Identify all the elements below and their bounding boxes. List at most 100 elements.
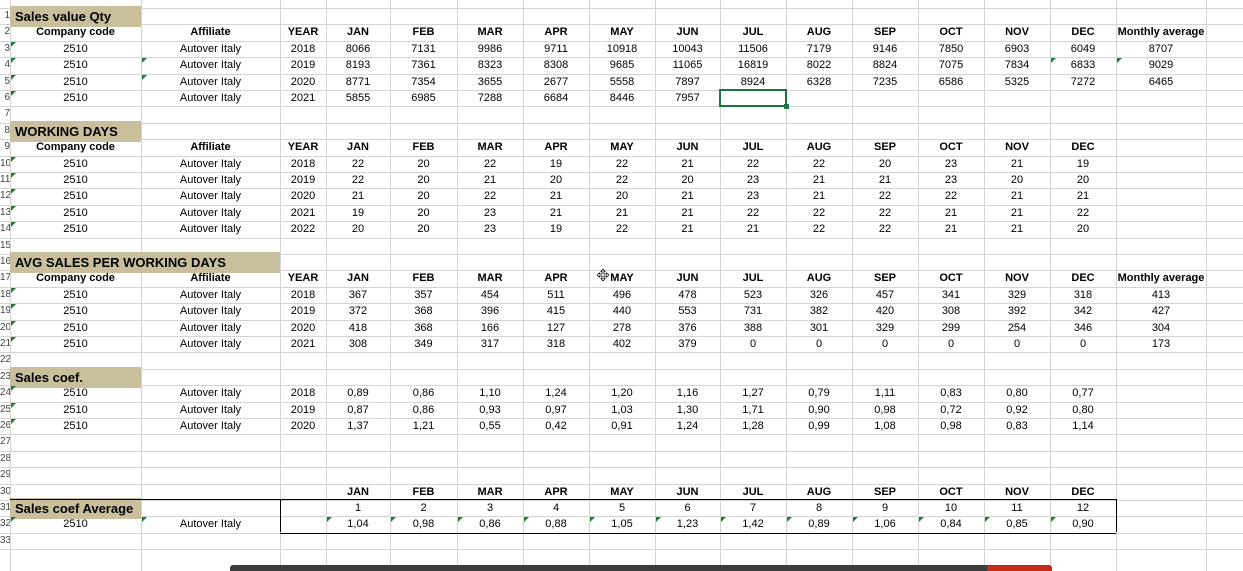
month-number-cell[interactable]: 10	[918, 500, 984, 516]
header-month[interactable]: MAR	[457, 484, 523, 500]
header-month[interactable]: JUN	[655, 270, 720, 286]
header-company-code[interactable]: Company code	[10, 24, 141, 40]
value-cell[interactable]: 8771	[326, 74, 390, 90]
value-cell[interactable]: 21	[984, 188, 1050, 204]
value-cell[interactable]: 5325	[984, 74, 1050, 90]
value-cell[interactable]: 1,16	[655, 385, 720, 401]
value-cell[interactable]: 20	[390, 205, 457, 221]
coef-average-cell[interactable]: 0,98	[390, 516, 457, 532]
value-cell[interactable]: 6586	[918, 74, 984, 90]
value-cell[interactable]: 21	[720, 221, 786, 237]
header-month[interactable]: OCT	[918, 139, 984, 155]
row-number[interactable]: 28	[0, 451, 10, 467]
value-cell[interactable]: 0,99	[786, 418, 852, 434]
month-number-cell[interactable]: 8	[786, 500, 852, 516]
value-cell[interactable]: 6049	[1050, 41, 1116, 57]
value-cell[interactable]: 0,86	[390, 385, 457, 401]
value-cell[interactable]: 0,91	[589, 418, 655, 434]
header-affiliate[interactable]: Affiliate	[141, 270, 280, 286]
value-cell[interactable]: 7897	[655, 74, 720, 90]
value-cell[interactable]: 7235	[852, 74, 918, 90]
coef-average-cell[interactable]: 1,23	[655, 516, 720, 532]
value-cell[interactable]: 9711	[523, 41, 589, 57]
header-month[interactable]: SEP	[852, 484, 918, 500]
value-cell[interactable]: 6903	[984, 41, 1050, 57]
company-code-cell[interactable]: 2510	[10, 188, 141, 204]
header-month[interactable]: FEB	[390, 484, 457, 500]
affiliate-cell[interactable]: Autover Italy	[141, 57, 280, 73]
value-cell[interactable]: 0	[984, 336, 1050, 352]
value-cell[interactable]: 1,14	[1050, 418, 1116, 434]
affiliate-cell[interactable]: Autover Italy	[141, 320, 280, 336]
company-code-cell[interactable]: 2510	[10, 172, 141, 188]
value-cell[interactable]: 5558	[589, 74, 655, 90]
affiliate-cell[interactable]: Autover Italy	[141, 205, 280, 221]
monthly-average-cell[interactable]	[1116, 90, 1206, 106]
value-cell[interactable]	[918, 90, 984, 106]
year-cell[interactable]: 2018	[280, 287, 326, 303]
value-cell[interactable]: 0,83	[984, 418, 1050, 434]
value-cell[interactable]: 1,24	[655, 418, 720, 434]
value-cell[interactable]: 357	[390, 287, 457, 303]
header-month[interactable]: DEC	[1050, 24, 1116, 40]
value-cell[interactable]: 0,98	[852, 402, 918, 418]
value-cell[interactable]: 308	[326, 336, 390, 352]
value-cell[interactable]: 20	[589, 188, 655, 204]
header-month[interactable]: JUN	[655, 139, 720, 155]
coef-average-cell[interactable]: 1,05	[589, 516, 655, 532]
company-code-cell[interactable]: 2510	[10, 336, 141, 352]
value-cell[interactable]: 16819	[720, 57, 786, 73]
value-cell[interactable]: 19	[523, 221, 589, 237]
value-cell[interactable]: 8308	[523, 57, 589, 73]
value-cell[interactable]: 367	[326, 287, 390, 303]
header-month[interactable]: DEC	[1050, 484, 1116, 500]
value-cell[interactable]: 6833	[1050, 57, 1116, 73]
header-month[interactable]: NOV	[984, 270, 1050, 286]
value-cell[interactable]: 0	[852, 336, 918, 352]
row-number[interactable]: 32	[0, 516, 10, 532]
year-cell[interactable]: 2020	[280, 188, 326, 204]
affiliate-cell[interactable]: Autover Italy	[141, 418, 280, 434]
value-cell[interactable]: 21	[918, 221, 984, 237]
monthly-average-cell[interactable]: 427	[1116, 303, 1206, 319]
header-month[interactable]: FEB	[390, 24, 457, 40]
fill-handle[interactable]	[784, 104, 789, 110]
value-cell[interactable]: 440	[589, 303, 655, 319]
company-code-cell[interactable]: 2510	[10, 320, 141, 336]
header-affiliate[interactable]: Affiliate	[141, 24, 280, 40]
value-cell[interactable]: 341	[918, 287, 984, 303]
month-number-cell[interactable]: 12	[1050, 500, 1116, 516]
header-year[interactable]: YEAR	[280, 24, 326, 40]
value-cell[interactable]: 8193	[326, 57, 390, 73]
affiliate-cell[interactable]: Autover Italy	[141, 516, 280, 532]
value-cell[interactable]: 23	[918, 172, 984, 188]
value-cell[interactable]: 0,87	[326, 402, 390, 418]
month-number-cell[interactable]: 6	[655, 500, 720, 516]
value-cell[interactable]: 11506	[720, 41, 786, 57]
affiliate-cell[interactable]: Autover Italy	[141, 90, 280, 106]
value-cell[interactable]: 457	[852, 287, 918, 303]
header-month[interactable]: JAN	[326, 24, 390, 40]
header-month[interactable]: JAN	[326, 270, 390, 286]
year-cell[interactable]: 2022	[280, 221, 326, 237]
monthly-average-cell[interactable]: 304	[1116, 320, 1206, 336]
value-cell[interactable]: 7834	[984, 57, 1050, 73]
value-cell[interactable]: 22	[720, 156, 786, 172]
header-month[interactable]: FEB	[390, 139, 457, 155]
row-number[interactable]: 24	[0, 385, 10, 401]
value-cell[interactable]: 318	[1050, 287, 1116, 303]
value-cell[interactable]: 0,77	[1050, 385, 1116, 401]
month-number-cell[interactable]: 3	[457, 500, 523, 516]
value-cell[interactable]: 299	[918, 320, 984, 336]
value-cell[interactable]: 511	[523, 287, 589, 303]
value-cell[interactable]: 7179	[786, 41, 852, 57]
month-number-cell[interactable]: 7	[720, 500, 786, 516]
affiliate-cell[interactable]: Autover Italy	[141, 188, 280, 204]
affiliate-cell[interactable]: Autover Italy	[141, 156, 280, 172]
year-cell[interactable]: 2021	[280, 205, 326, 221]
value-cell[interactable]	[984, 90, 1050, 106]
month-number-cell[interactable]: 1	[326, 500, 390, 516]
value-cell[interactable]: 9685	[589, 57, 655, 73]
selected-cell[interactable]	[719, 89, 787, 108]
row-number[interactable]: 27	[0, 434, 10, 450]
